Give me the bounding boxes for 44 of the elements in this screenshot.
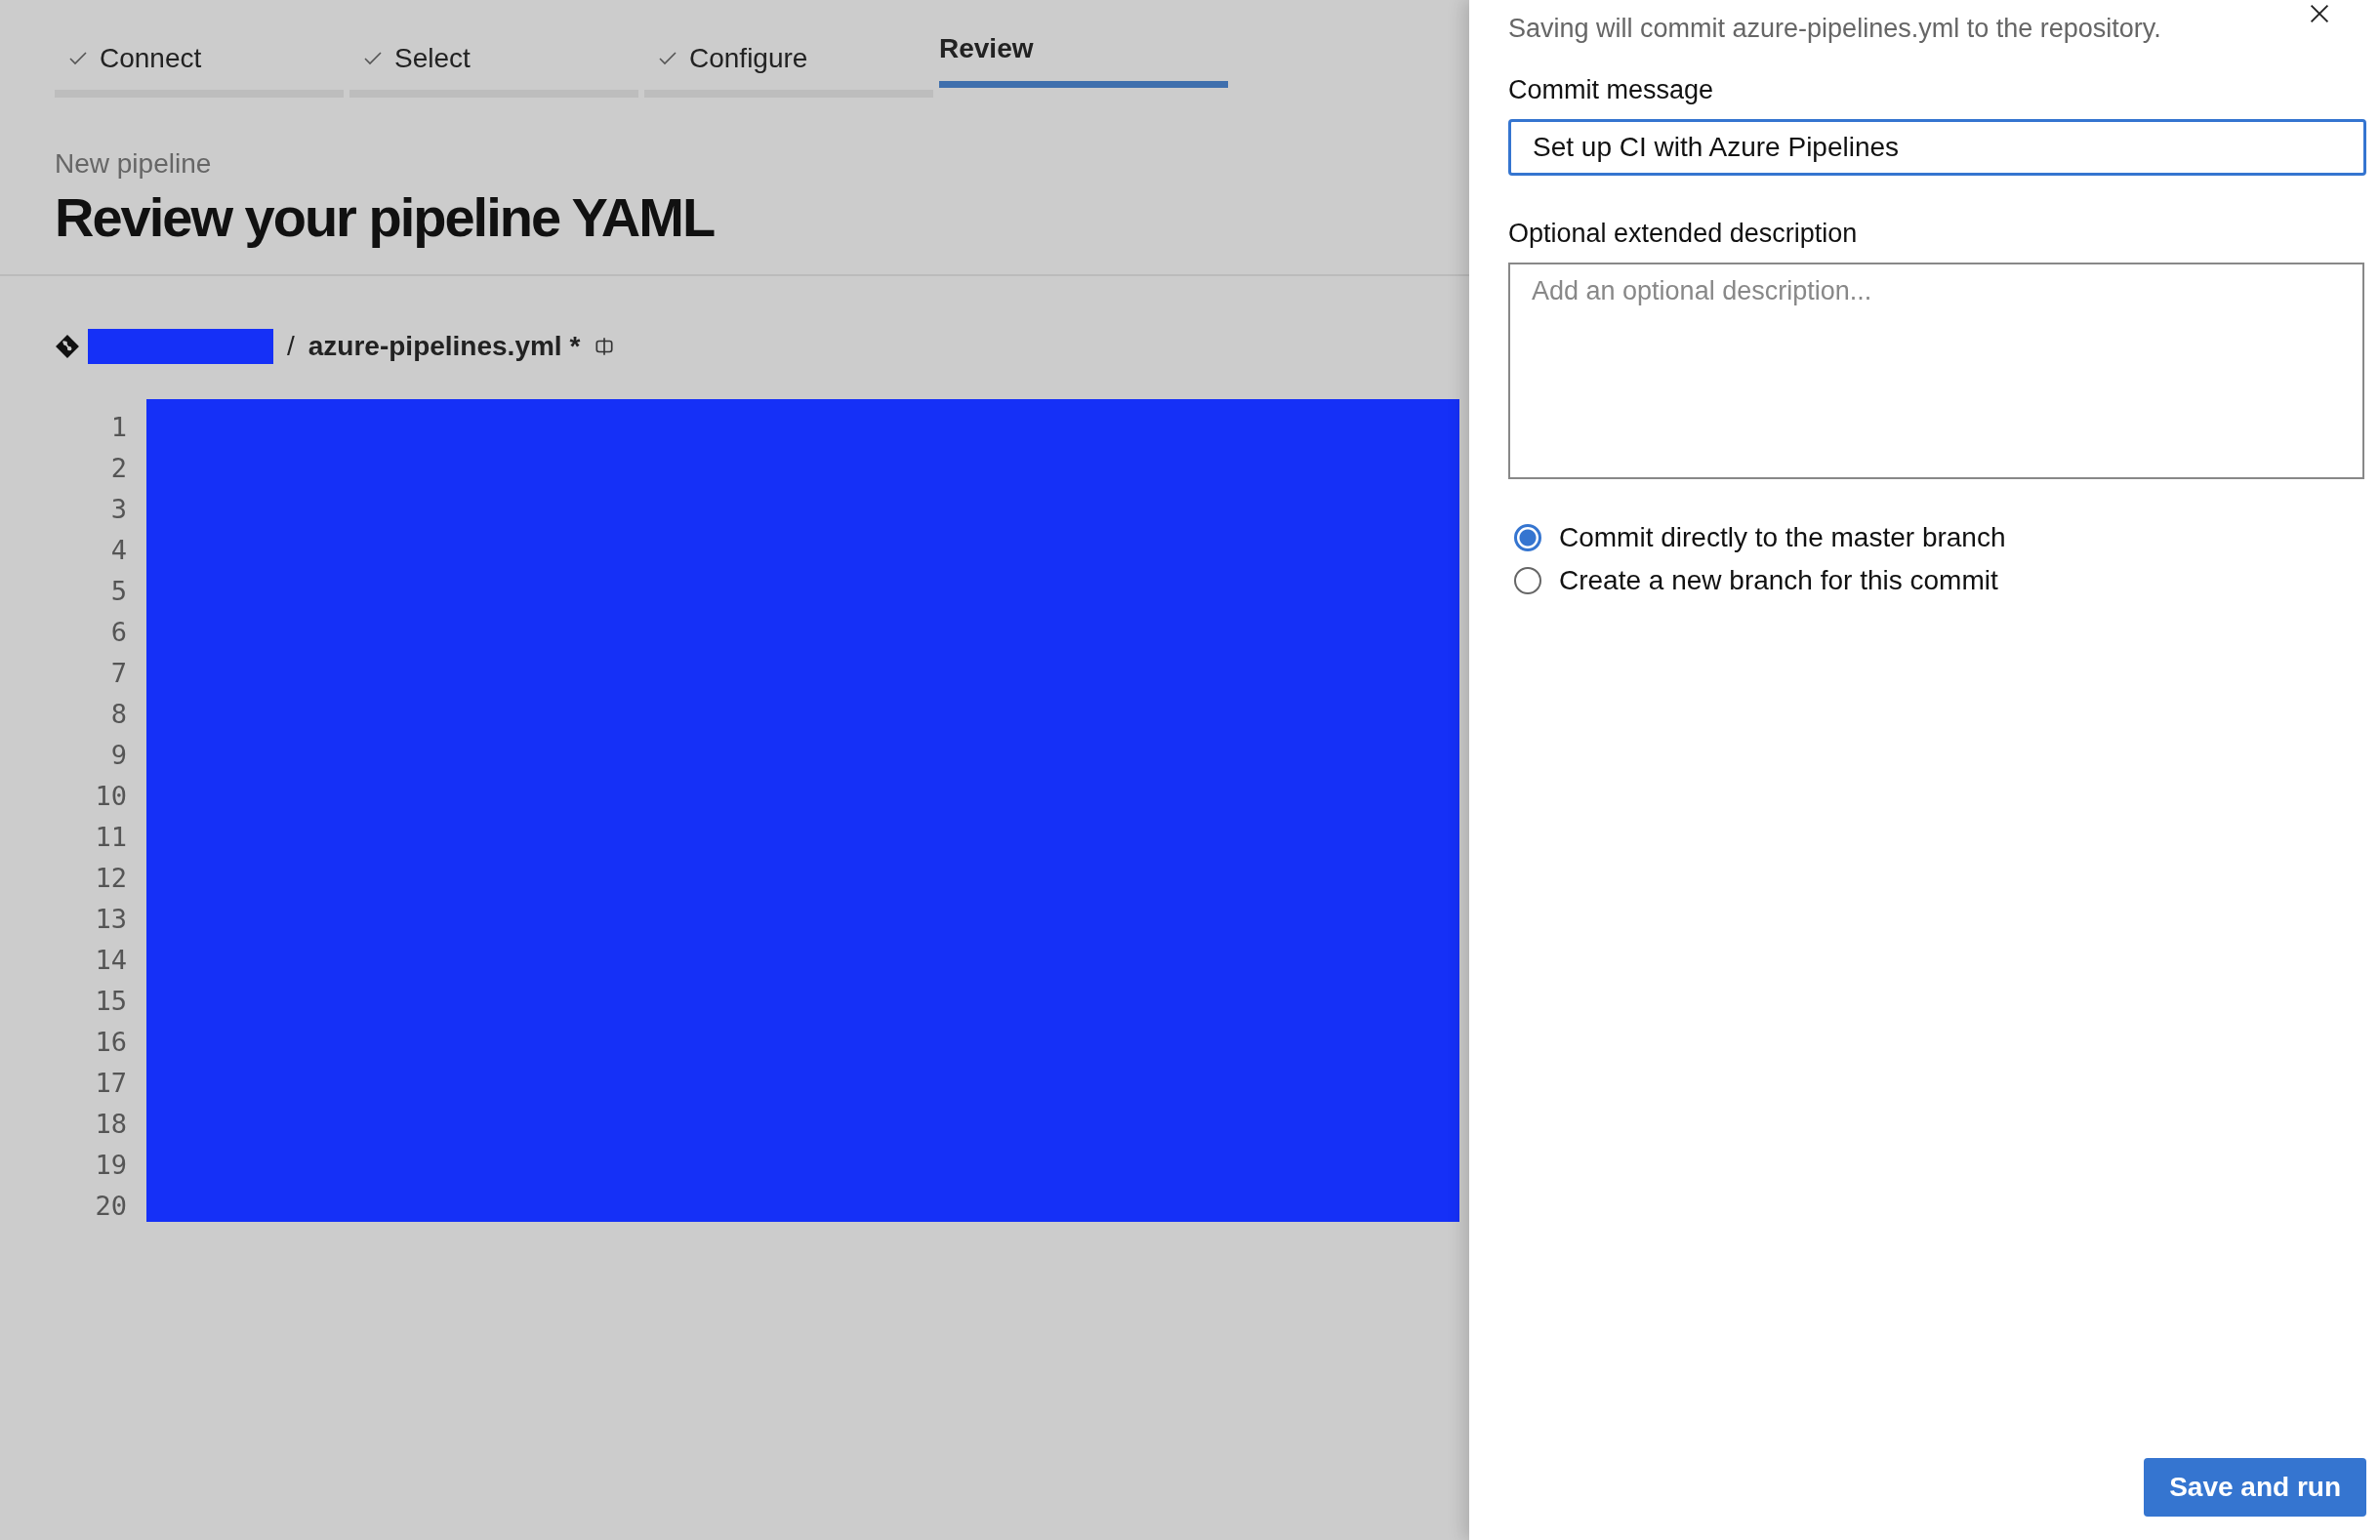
path-separator: / [287,331,295,362]
line-number: 13 [94,903,127,936]
line-number: 20 [94,1190,127,1223]
wizard-step[interactable]: Review [939,33,1228,88]
radio-button[interactable] [1514,567,1541,594]
field-label: Optional extended description [1508,219,1859,249]
page-title: Review your pipeline YAML [55,185,716,249]
check-icon [68,51,88,66]
commit-message-field[interactable]: Set up CI with Azure Pipelines [1508,119,2366,176]
line-number: 15 [94,985,127,1018]
radio-button[interactable] [1514,524,1541,551]
line-number: 11 [94,821,127,854]
save-and-run-button[interactable]: Save and run [2144,1458,2366,1517]
wizard-step[interactable]: Configure [644,33,933,98]
line-number: 14 [94,944,127,977]
line-number: 17 [94,1067,127,1100]
copy-icon[interactable] [594,336,616,357]
line-number: 7 [109,657,127,690]
check-icon [363,51,383,66]
page-subtitle: New pipeline [55,148,213,180]
line-number: 5 [109,575,127,608]
field-label: Commit message [1508,75,1715,105]
line-number: 8 [109,698,127,731]
line-number: 12 [94,862,127,895]
line-number: 9 [109,739,127,772]
check-icon [658,51,677,66]
line-number: 6 [109,616,127,649]
line-number: 10 [94,780,127,813]
close-icon[interactable] [2308,2,2331,25]
git-icon [55,334,80,359]
file-name: azure-pipelines.yml * [308,331,581,362]
wizard-step[interactable]: Connect [55,33,344,98]
line-number: 16 [94,1026,127,1059]
line-number: 2 [109,452,127,485]
description-field[interactable]: Add an optional description... [1508,263,2364,479]
wizard-step[interactable]: Select [349,33,638,98]
panel-description: Saving will commit azure-pipelines.yml to the repository. [1508,14,2161,44]
line-number: 18 [94,1108,127,1141]
radio-label[interactable]: Create a new branch for this commit [1559,565,1998,596]
line-number: 19 [94,1149,127,1182]
radio-label[interactable]: Commit directly to the master branch [1559,522,2006,553]
line-number: 4 [109,534,127,567]
line-number: 3 [109,493,127,526]
line-number: 1 [109,411,127,444]
